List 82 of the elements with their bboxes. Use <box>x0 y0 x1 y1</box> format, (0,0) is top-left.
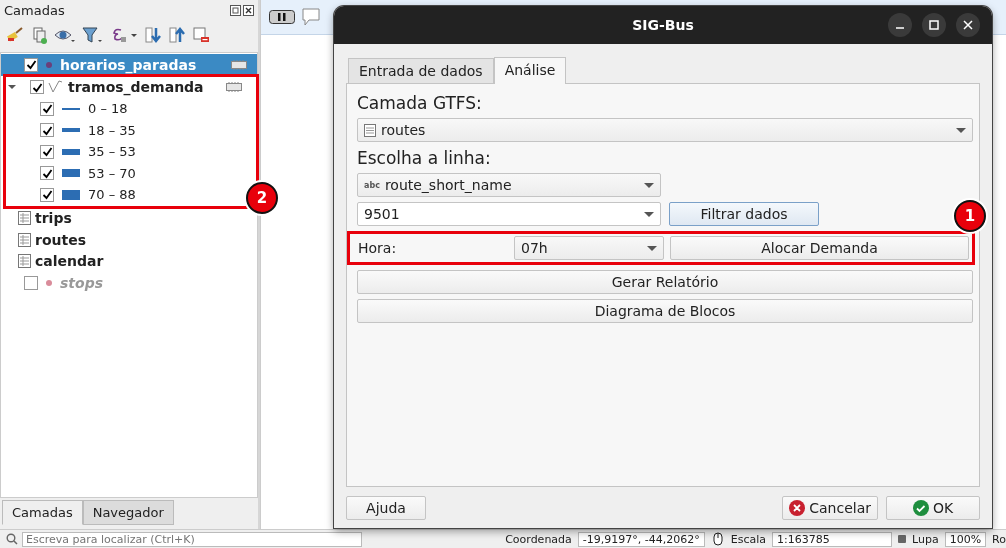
legend-label: 0 – 18 <box>88 101 128 117</box>
add-group-icon[interactable] <box>30 26 48 44</box>
check-icon <box>912 500 929 516</box>
checkbox[interactable] <box>40 166 54 181</box>
annotation-badge: 1 <box>954 200 986 232</box>
legend-label: 35 – 53 <box>88 144 136 160</box>
maximize-icon[interactable] <box>922 13 946 37</box>
memory-icon[interactable] <box>226 81 242 94</box>
layer-name: horarios_paradas <box>60 56 197 73</box>
minimize-icon[interactable] <box>888 13 912 37</box>
diagram-button[interactable]: Diagrama de Blocos <box>357 299 973 323</box>
status-label: Escala <box>730 532 766 546</box>
coordinate-field[interactable]: -19,9197°, -44,2062° <box>577 531 705 547</box>
layer-item[interactable]: routes <box>1 229 257 251</box>
checkbox[interactable] <box>40 123 54 138</box>
legend-label: 18 – 35 <box>88 122 136 138</box>
status-label: Coordenada <box>505 532 572 546</box>
ok-button[interactable]: OK <box>886 496 980 520</box>
line-symbol-icon <box>62 107 80 110</box>
checkbox[interactable] <box>24 57 38 72</box>
expand-arrow-icon[interactable] <box>8 85 16 90</box>
layer-item[interactable]: calendar <box>1 250 257 272</box>
filter-button[interactable]: Filtrar dados <box>669 202 819 226</box>
line-layer-icon <box>48 80 64 95</box>
annotation-badge: 2 <box>246 181 278 214</box>
mouse-icon[interactable] <box>710 532 725 546</box>
pause-icon[interactable] <box>269 10 295 24</box>
legend-label: 70 – 88 <box>88 187 136 203</box>
table-icon <box>18 232 31 247</box>
expression-icon[interactable] <box>110 26 138 44</box>
table-icon <box>18 254 31 269</box>
scale-field[interactable]: 1:163785 <box>772 531 892 547</box>
line-symbol-icon <box>62 169 80 178</box>
line-symbol-icon <box>62 189 80 200</box>
tab[interactable]: Análise <box>493 57 567 84</box>
layer-name: trips <box>35 210 72 227</box>
checkbox[interactable] <box>40 144 54 159</box>
checkbox[interactable] <box>40 101 54 116</box>
search-icon <box>6 533 18 545</box>
layer-name: routes <box>35 231 86 248</box>
hour-dropdown[interactable]: 07h <box>514 236 664 260</box>
section-label: Camada GTFS: <box>357 93 483 113</box>
report-button[interactable]: Gerar Relatório <box>357 270 973 294</box>
layer-name: tramos_demanda <box>68 79 204 96</box>
close-icon[interactable] <box>956 13 980 37</box>
layer-name: stops <box>60 274 103 291</box>
expand-all-icon[interactable] <box>144 26 162 44</box>
panel-tab[interactable]: Camadas <box>2 500 83 525</box>
line-symbol-icon <box>62 148 80 155</box>
allocate-demand-button[interactable]: Alocar Demanda <box>670 236 969 260</box>
cancel-button[interactable]: Cancelar <box>782 496 878 520</box>
route-combo-field[interactable]: 9501 <box>357 202 661 226</box>
layer-name: calendar <box>35 253 104 270</box>
tab[interactable]: Entrada de dados <box>348 58 494 83</box>
close-icon[interactable] <box>243 4 254 16</box>
legend-label: 53 – 70 <box>88 165 136 181</box>
help-button[interactable]: Ajuda <box>346 496 426 520</box>
panel-title: Camadas <box>4 2 65 18</box>
status-label: Ro <box>992 532 1006 546</box>
collapse-all-icon[interactable] <box>168 26 186 44</box>
window-title: SIG-Bus <box>632 17 694 33</box>
layer-item[interactable]: tramos_demanda <box>6 76 256 98</box>
magnifier-field[interactable]: 100% <box>944 531 987 547</box>
table-icon <box>364 123 376 137</box>
status-label: Lupa <box>912 532 939 546</box>
memory-icon[interactable] <box>231 58 247 71</box>
table-icon <box>18 211 31 226</box>
section-label: Escolha a linha: <box>357 148 492 168</box>
panel-tab[interactable]: Navegador <box>82 500 174 525</box>
line-symbol-icon <box>62 128 80 133</box>
layer-dropdown[interactable]: routes <box>357 118 973 142</box>
filter-icon[interactable] <box>82 26 104 44</box>
float-icon[interactable] <box>230 4 241 16</box>
field-dropdown[interactable]: abc route_short_name <box>357 173 661 197</box>
search-field[interactable]: Escreva para localizar (Ctrl+K) <box>22 531 362 547</box>
checkbox[interactable] <box>30 80 44 95</box>
cancel-icon <box>789 500 806 516</box>
remove-layer-icon[interactable] <box>192 26 210 44</box>
checkbox[interactable] <box>40 187 54 202</box>
brush-icon[interactable] <box>6 26 24 44</box>
hour-label: Hora: <box>358 240 398 256</box>
layer-item[interactable]: horarios_paradas <box>1 54 257 76</box>
